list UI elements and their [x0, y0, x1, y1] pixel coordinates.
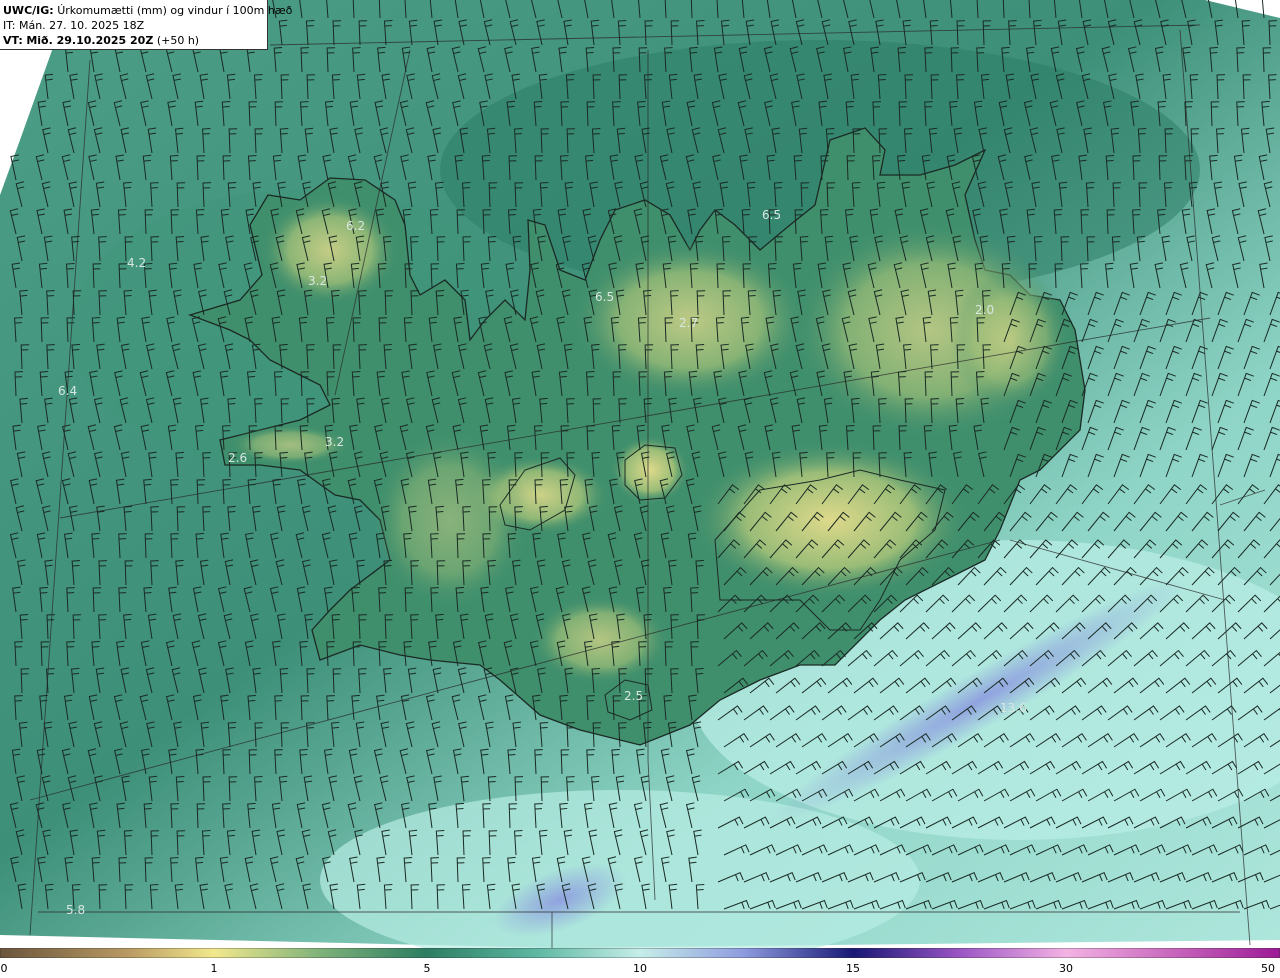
valid-time-row: VT: Mið. 29.10.2025 20Z (+50 h)	[3, 33, 267, 48]
title-row: UWC/IG: Úrkomumætti (mm) og vindur í 100…	[3, 3, 292, 18]
colorbar-tick: 30	[1059, 962, 1073, 975]
value-label: 6.5	[762, 208, 781, 222]
map-info-box: UWC/IG: Úrkomumætti (mm) og vindur í 100…	[0, 0, 292, 50]
value-label: 5.8	[66, 903, 85, 917]
value-label: 6.5	[595, 290, 614, 304]
precip-colorbar	[0, 948, 1280, 958]
colorbar-tick: 0	[0, 962, 8, 975]
value-label: 2.5	[624, 689, 643, 703]
init-time: IT: Mán. 27. 10. 2025 18Z	[3, 19, 145, 32]
model-name: UWC/IG:	[3, 4, 54, 17]
valid-prefix: VT:	[3, 34, 23, 47]
colorbar-tick: 50	[1261, 962, 1275, 975]
value-label: 6.2	[346, 219, 365, 233]
map-title: Úrkomumætti (mm) og vindur í 100m hæð	[57, 4, 293, 17]
value-label: 3.2	[325, 435, 344, 449]
value-label: 13.6	[1000, 701, 1027, 715]
colorbar-tick: 10	[633, 962, 647, 975]
precip-wind-map: 6.2 4.2 3.2 6.4 3.2 2.6 6.5 6.5 2.7 2.0 …	[0, 0, 1280, 948]
value-label: 4.2	[127, 256, 146, 270]
value-label: 6.4	[58, 384, 77, 398]
valid-time: Mið. 29.10.2025 20Z	[26, 34, 154, 47]
value-label: 2.6	[228, 451, 247, 465]
colorbar-tick: 1	[210, 962, 218, 975]
colorbar-tick: 5	[423, 962, 431, 975]
value-label: 2.7	[679, 316, 698, 330]
colorbar-tick-labels: 0 1 5 10 15 30 50	[0, 960, 1280, 978]
value-label: 3.2	[308, 274, 327, 288]
value-label: 2.0	[975, 303, 994, 317]
colorbar-tick: 15	[846, 962, 860, 975]
lead-time: (+50 h)	[156, 34, 200, 47]
